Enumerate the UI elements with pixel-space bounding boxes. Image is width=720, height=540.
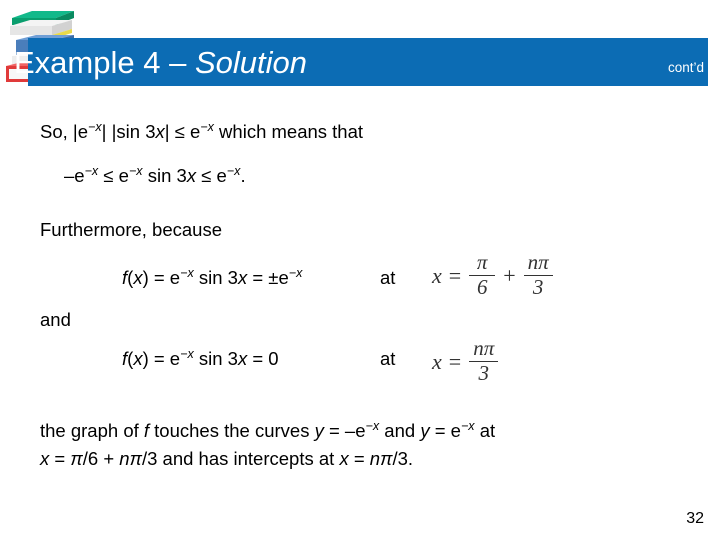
eq-img2-fraction: nπ 3	[469, 336, 499, 386]
eq-img1-fraction-2: nπ 3	[523, 250, 553, 300]
so-sup-2: −x	[200, 119, 214, 134]
page-number: 32	[686, 510, 704, 527]
closing-paragraph-line-1: the graph of f touches the curves y = –e…	[40, 419, 495, 442]
eq-img2-frac-numerator: nπ	[473, 336, 495, 360]
so-mid-2: | ≤ e	[164, 121, 201, 142]
line-and: and	[40, 309, 71, 330]
eq1-tail: = ±e	[247, 267, 289, 288]
para2-mid-3: /3 and has intercepts at	[141, 448, 340, 469]
eq-img1-equals: =	[448, 262, 462, 288]
para1-mid-2: = –e	[323, 420, 366, 441]
so-sup-1: −x	[88, 119, 102, 134]
eq1-sup-1: −x	[180, 265, 194, 280]
para1-var-y1: y	[314, 420, 324, 441]
eq-img1-operator: +	[503, 262, 516, 288]
ineq-mid-3: ≤ e	[196, 165, 227, 186]
eq2-var: x	[133, 348, 143, 369]
eq2-tail: = 0	[247, 348, 279, 369]
eq-img1-frac1-numerator: π	[476, 250, 488, 274]
title-italic-part: Solution	[194, 45, 307, 80]
para2-var-x1: x	[40, 448, 50, 469]
ineq-sup-2: −x	[128, 163, 143, 178]
ineq-mid-1: ≤ e	[98, 165, 129, 186]
closing-paragraph-line-2: x = π/6 + nπ/3 and has intercepts at x =…	[40, 447, 413, 470]
eq1-mid: sin 3	[193, 267, 238, 288]
para2-mid-2: /6 +	[82, 448, 120, 469]
title-dash: –	[169, 45, 195, 80]
para2-pi-3: π	[380, 448, 393, 469]
eq1-var-2: x	[237, 267, 248, 288]
equation-2-at-label: at	[380, 348, 396, 369]
para1-mid-4: = e	[429, 420, 461, 441]
ineq-sup-1: −x	[84, 163, 99, 178]
eq1-sup-2: −x	[288, 265, 303, 280]
title-prefix: Example 4	[14, 45, 170, 80]
ineq-sup-3: −x	[226, 163, 241, 178]
page-title: Example 4 – Solution	[14, 40, 307, 86]
eq2-var-2: x	[237, 348, 248, 369]
slide-canvas: Example 4 – Solution cont’d So, |e−x| |s…	[0, 0, 720, 540]
para1-pre: the graph of	[40, 420, 144, 441]
eq-img1-frac2-numerator: nπ	[527, 250, 549, 274]
so-mid-1: | |sin 3	[101, 121, 156, 142]
so-post: which means that	[213, 121, 364, 142]
eq-img1-lhs: x	[432, 262, 442, 288]
para1-sup-2: −x	[460, 418, 475, 433]
eq2-mid: sin 3	[193, 348, 238, 369]
para2-n-1: n	[119, 448, 130, 469]
equation-image-x-equals-pi-over-6-plus-n-pi-over-3: x = π 6 + nπ 3	[432, 250, 553, 300]
line-furthermore: Furthermore, because	[40, 219, 223, 240]
continued-label: cont’d	[667, 60, 704, 75]
eq-img2-frac-denominator: 3	[478, 361, 489, 386]
eq-img1-frac1-denominator: 6	[476, 275, 488, 300]
para2-pi-1: π	[70, 448, 83, 469]
eq-img2-lhs: x	[432, 348, 442, 374]
para2-mid-4: =	[348, 448, 370, 469]
para1-mid-1: touches the curves	[149, 420, 315, 441]
so-pre: So, |e	[40, 121, 89, 142]
eq-img1-fraction-1: π 6	[469, 250, 496, 300]
eq2-close: ) = e	[142, 348, 181, 369]
ineq-var-1: x	[186, 165, 197, 186]
eq2-sup-1: −x	[180, 346, 194, 361]
equation-line-2: f(x) = e−x sin 3x = 0	[122, 347, 279, 370]
eq-img1-frac2-denominator: 3	[532, 275, 544, 300]
para1-var-y2: y	[420, 420, 430, 441]
para1-post: at	[474, 420, 496, 441]
line-sandwich-inequality: –e−x ≤ e−x sin 3x ≤ e−x.	[64, 164, 246, 187]
ineq-post: .	[240, 165, 246, 186]
para2-pi-2: π	[129, 448, 142, 469]
so-var-1: x	[155, 121, 165, 142]
equation-line-1: f(x) = e−x sin 3x = ±e−x	[122, 266, 302, 289]
para1-mid-3: and	[379, 420, 421, 441]
eq-img2-equals: =	[448, 348, 462, 374]
ineq-pre: –e	[64, 165, 85, 186]
para2-mid-1: =	[49, 448, 71, 469]
line-so-inequality: So, |e−x| |sin 3x| ≤ e−x which means tha…	[40, 120, 363, 143]
para1-sup-1: −x	[365, 418, 380, 433]
para2-mid-5: /3.	[392, 448, 414, 469]
equation-image-x-equals-n-pi-over-3: x = nπ 3	[432, 336, 499, 386]
ineq-mid-2: sin 3	[142, 165, 187, 186]
para2-var-x2: x	[339, 448, 349, 469]
para2-n-2: n	[369, 448, 381, 469]
equation-1-at-label: at	[380, 267, 396, 288]
eq1-close: ) = e	[142, 267, 181, 288]
eq1-var: x	[133, 267, 143, 288]
